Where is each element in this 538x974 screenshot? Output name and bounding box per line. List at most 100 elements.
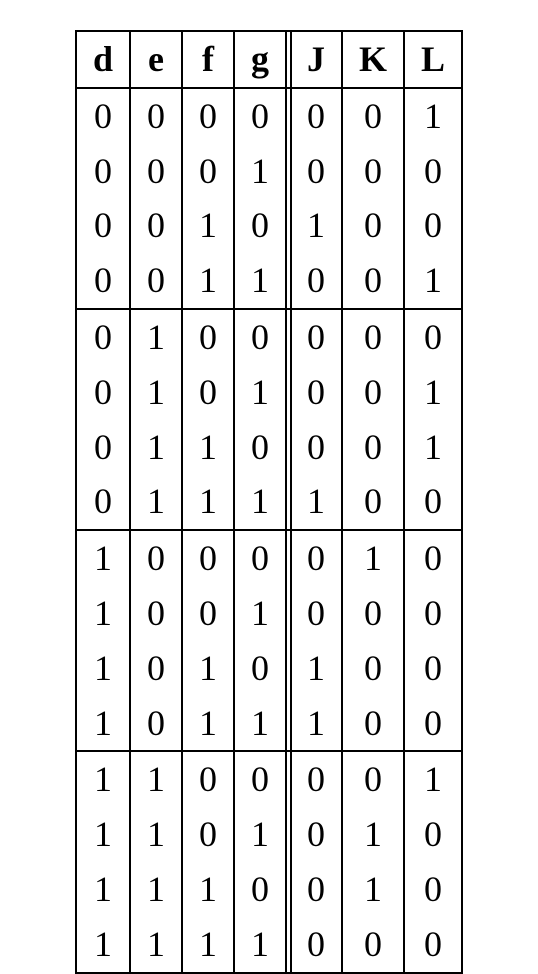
cell-L: 0 (404, 807, 462, 862)
cell-g: 0 (234, 751, 286, 807)
header-g: g (234, 31, 286, 88)
cell-K: 0 (342, 641, 404, 696)
cell-f: 1 (182, 198, 234, 253)
cell-d: 0 (76, 198, 130, 253)
cell-e: 0 (130, 696, 182, 752)
cell-e: 1 (130, 474, 182, 530)
cell-f: 0 (182, 365, 234, 420)
cell-K: 0 (342, 696, 404, 752)
cell-d: 0 (76, 144, 130, 199)
cell-d: 1 (76, 917, 130, 973)
cell-J: 0 (286, 88, 342, 144)
cell-L: 1 (404, 88, 462, 144)
cell-g: 0 (234, 309, 286, 365)
cell-L: 1 (404, 420, 462, 475)
cell-e: 1 (130, 862, 182, 917)
cell-J: 0 (286, 144, 342, 199)
table-row: 0010100 (76, 198, 462, 253)
cell-e: 1 (130, 309, 182, 365)
cell-g: 1 (234, 807, 286, 862)
table-row: 0111100 (76, 474, 462, 530)
header-L: L (404, 31, 462, 88)
cell-g: 1 (234, 253, 286, 309)
cell-g: 1 (234, 474, 286, 530)
table-row: 1000010 (76, 530, 462, 586)
cell-L: 0 (404, 917, 462, 973)
cell-d: 1 (76, 586, 130, 641)
cell-d: 0 (76, 474, 130, 530)
cell-L: 0 (404, 641, 462, 696)
cell-g: 0 (234, 641, 286, 696)
cell-d: 0 (76, 88, 130, 144)
cell-f: 1 (182, 917, 234, 973)
table-row: 1101010 (76, 807, 462, 862)
cell-L: 0 (404, 198, 462, 253)
cell-e: 0 (130, 88, 182, 144)
cell-e: 0 (130, 253, 182, 309)
cell-e: 1 (130, 751, 182, 807)
cell-f: 1 (182, 641, 234, 696)
cell-J: 0 (286, 420, 342, 475)
cell-d: 0 (76, 365, 130, 420)
cell-d: 0 (76, 309, 130, 365)
cell-L: 1 (404, 253, 462, 309)
header-f: f (182, 31, 234, 88)
cell-J: 0 (286, 586, 342, 641)
cell-J: 1 (286, 641, 342, 696)
cell-K: 1 (342, 862, 404, 917)
cell-d: 1 (76, 696, 130, 752)
cell-L: 0 (404, 862, 462, 917)
cell-f: 0 (182, 751, 234, 807)
header-e: e (130, 31, 182, 88)
table-row: 1010100 (76, 641, 462, 696)
cell-d: 1 (76, 641, 130, 696)
cell-f: 1 (182, 474, 234, 530)
cell-L: 0 (404, 144, 462, 199)
cell-K: 0 (342, 751, 404, 807)
cell-L: 0 (404, 309, 462, 365)
cell-f: 1 (182, 253, 234, 309)
table-row: 1110010 (76, 862, 462, 917)
cell-d: 1 (76, 530, 130, 586)
header-K: K (342, 31, 404, 88)
table-body: 0000001000100000101000011001010000001010… (76, 88, 462, 973)
table-row: 0011001 (76, 253, 462, 309)
cell-f: 1 (182, 696, 234, 752)
table-row: 0001000 (76, 144, 462, 199)
cell-g: 0 (234, 530, 286, 586)
cell-g: 0 (234, 88, 286, 144)
cell-J: 0 (286, 807, 342, 862)
cell-f: 0 (182, 309, 234, 365)
header-J: J (286, 31, 342, 88)
header-d: d (76, 31, 130, 88)
cell-L: 1 (404, 365, 462, 420)
cell-g: 0 (234, 862, 286, 917)
cell-J: 0 (286, 751, 342, 807)
table-row: 1001000 (76, 586, 462, 641)
cell-L: 0 (404, 586, 462, 641)
cell-J: 0 (286, 365, 342, 420)
cell-g: 1 (234, 696, 286, 752)
cell-K: 1 (342, 530, 404, 586)
cell-e: 1 (130, 365, 182, 420)
cell-J: 0 (286, 530, 342, 586)
truth-table: d e f g J K L 00000010001000001010000110… (75, 30, 463, 974)
cell-e: 0 (130, 586, 182, 641)
cell-J: 1 (286, 198, 342, 253)
table-row: 1111000 (76, 917, 462, 973)
cell-K: 0 (342, 917, 404, 973)
table-row: 1011100 (76, 696, 462, 752)
cell-e: 1 (130, 420, 182, 475)
cell-K: 0 (342, 365, 404, 420)
cell-K: 0 (342, 88, 404, 144)
table-row: 0101001 (76, 365, 462, 420)
cell-L: 0 (404, 530, 462, 586)
cell-K: 0 (342, 253, 404, 309)
cell-K: 0 (342, 198, 404, 253)
cell-f: 0 (182, 88, 234, 144)
cell-J: 0 (286, 917, 342, 973)
cell-f: 0 (182, 144, 234, 199)
cell-J: 0 (286, 253, 342, 309)
cell-g: 1 (234, 365, 286, 420)
cell-K: 0 (342, 474, 404, 530)
